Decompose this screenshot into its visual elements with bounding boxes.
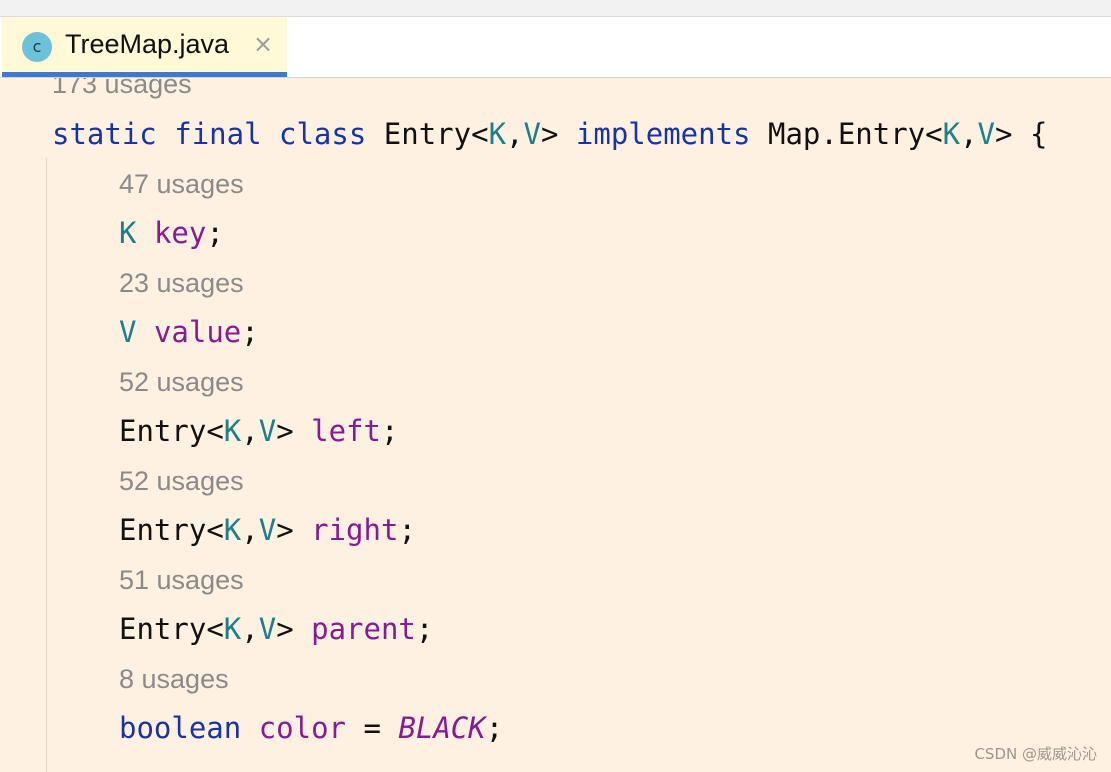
keyword: static xyxy=(52,117,157,151)
code-editor[interactable]: 173 usages static final class Entry<K,V>… xyxy=(0,78,1111,772)
field-declaration-line: Entry<K,V> right; xyxy=(119,513,416,547)
semicolon: ; xyxy=(380,414,399,448)
open-brace: { xyxy=(1029,117,1048,151)
keyword: final xyxy=(174,117,262,151)
field-name: parent xyxy=(311,612,416,646)
inlay-usages-hint[interactable]: 51 usages xyxy=(119,560,244,600)
type-parameter: V xyxy=(977,117,996,151)
inlay-usages-hint[interactable]: 173 usages xyxy=(52,78,192,104)
class-declaration-line: static final class Entry<K,V> implements… xyxy=(52,114,1047,154)
type-parameter: K xyxy=(223,513,242,547)
punctuation: < xyxy=(471,117,489,151)
type-parameter: V xyxy=(523,117,541,151)
field-declaration-line: Entry<K,V> parent; xyxy=(119,612,434,646)
field-name: color xyxy=(258,711,346,745)
type-parameter: K xyxy=(223,612,242,646)
keyword: implements xyxy=(575,117,751,151)
assignment-operator: = xyxy=(363,711,381,745)
field-declaration-line: boolean color = BLACK; xyxy=(119,708,503,748)
semicolon: ; xyxy=(415,612,434,646)
field-name: left xyxy=(311,414,381,448)
close-icon[interactable]: × xyxy=(250,31,276,57)
inlay-usages-hint[interactable]: 8 usages xyxy=(119,659,229,699)
indent-guide xyxy=(46,158,47,772)
inlay-usages-hint[interactable]: 52 usages xyxy=(119,461,244,501)
semicolon: ; xyxy=(241,315,259,349)
field-type: V xyxy=(119,315,137,349)
tab-treemap-java[interactable]: c TreeMap.java × xyxy=(2,17,287,77)
type-parameter: K xyxy=(488,117,507,151)
field-declaration-line: K key; xyxy=(119,213,224,253)
class-name: Entry xyxy=(383,117,472,151)
type-parameter: V xyxy=(258,414,277,448)
semicolon: ; xyxy=(485,711,504,745)
type-parameter: K xyxy=(942,117,961,151)
field-type: boolean xyxy=(119,711,242,745)
editor-tab-strip: c TreeMap.java × xyxy=(0,17,1111,78)
type-parameter: K xyxy=(223,414,242,448)
inlay-usages-hint[interactable]: 47 usages xyxy=(119,164,244,204)
punctuation: > xyxy=(540,117,559,151)
field-declaration-line: V value; xyxy=(119,312,259,352)
field-declaration-line: Entry<K,V> left; xyxy=(119,414,399,448)
punctuation: , xyxy=(960,117,978,151)
field-name: right xyxy=(311,513,399,547)
inlay-usages-hint[interactable]: 52 usages xyxy=(119,362,244,402)
type-parameter: V xyxy=(258,513,277,547)
tab-title: TreeMap.java xyxy=(65,29,230,59)
field-type: K xyxy=(119,216,137,250)
window-top-bar xyxy=(0,0,1111,17)
keyword: class xyxy=(279,117,367,151)
field-type: Entry xyxy=(119,612,207,646)
field-name: key xyxy=(153,216,207,250)
punctuation: , xyxy=(506,117,524,151)
interface-name: Map.Entry xyxy=(768,117,926,151)
inlay-usages-hint[interactable]: 23 usages xyxy=(119,263,244,303)
constant-value: BLACK xyxy=(398,711,486,745)
field-type: Entry xyxy=(119,414,207,448)
watermark: CSDN @威威沁沁 xyxy=(974,745,1097,763)
semicolon: ; xyxy=(398,513,416,547)
field-name: value xyxy=(153,315,242,349)
field-type: Entry xyxy=(119,513,207,547)
type-parameter: V xyxy=(258,612,277,646)
active-tab-indicator xyxy=(2,72,287,77)
punctuation: > xyxy=(995,117,1013,151)
punctuation: < xyxy=(925,117,943,151)
java-class-icon: c xyxy=(22,32,52,62)
semicolon: ; xyxy=(206,216,224,250)
